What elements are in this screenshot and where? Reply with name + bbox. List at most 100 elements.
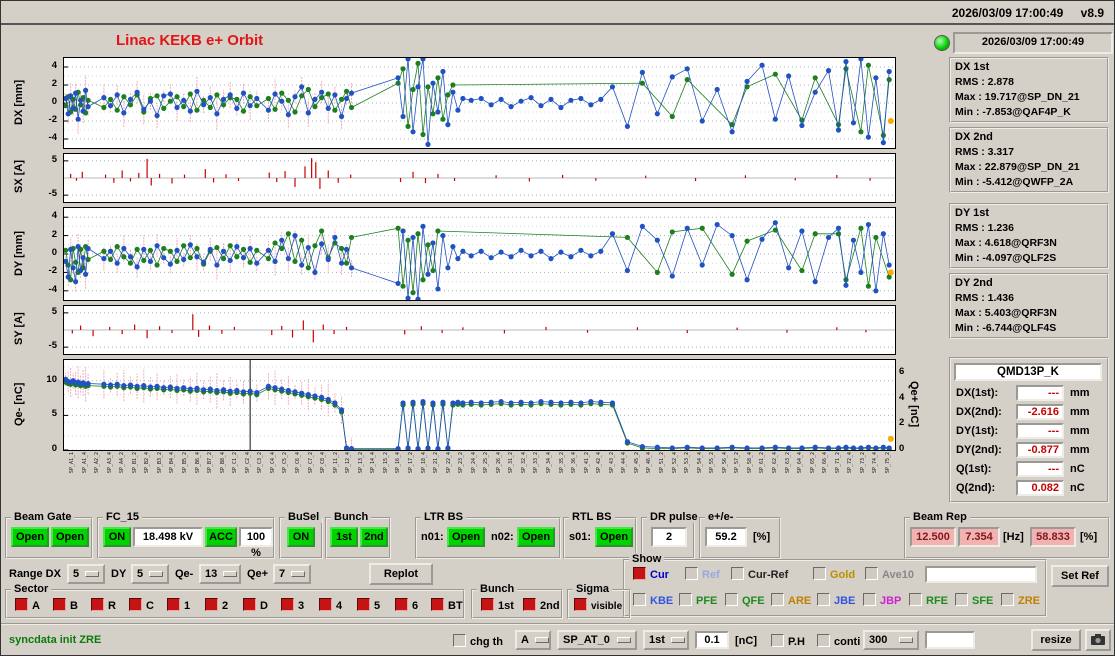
set-ref-button[interactable]: Set Ref: [1051, 565, 1109, 587]
sector-d-checkbox[interactable]: D: [243, 598, 268, 613]
sector-b-checkbox[interactable]: B: [53, 598, 78, 613]
sector-label: 5: [374, 600, 380, 612]
bunch-1st-checkbox[interactable]: 1st: [481, 598, 514, 613]
dx-axis-label: DX [mm]: [11, 57, 27, 147]
bpm-select-dropdown[interactable]: SP_AT_0: [557, 630, 637, 650]
checkbox-icon: [395, 598, 408, 611]
ltr-n02-open-button[interactable]: Open: [517, 527, 555, 547]
replot-button[interactable]: Replot: [369, 563, 433, 585]
show-ref-checkbox[interactable]: Ref: [685, 567, 720, 582]
sector-select-value: A: [521, 634, 529, 646]
range-dx-value: 5: [73, 568, 79, 580]
show-jbp-checkbox[interactable]: JBP: [863, 593, 901, 608]
ph-checkbox[interactable]: P.H: [771, 634, 805, 649]
bpm-label: SP_45_2: [634, 452, 640, 473]
rtl-s01-open-button[interactable]: Open: [595, 527, 633, 547]
show-pfe-checkbox[interactable]: PFE: [679, 593, 717, 608]
sector-label: 3: [298, 600, 304, 612]
show-kbe-checkbox[interactable]: KBE: [633, 593, 673, 608]
fc15-on-button[interactable]: ON: [103, 527, 131, 547]
ref-name-input[interactable]: [925, 566, 1037, 583]
tick-label: -4: [49, 284, 57, 295]
sector-2-checkbox[interactable]: 2: [205, 598, 228, 613]
tick-label: -2: [49, 114, 57, 125]
bpm-label: SP_C5_2: [282, 452, 288, 473]
checkbox-icon: [813, 567, 826, 580]
sector-6-checkbox[interactable]: 6: [395, 598, 418, 613]
sector-4-checkbox[interactable]: 4: [319, 598, 342, 613]
range-qe-minus-dropdown[interactable]: 13: [199, 564, 241, 584]
bpm-label: SP_72_4: [847, 452, 853, 473]
group-title: DR pulse: [647, 511, 701, 523]
range-dy-dropdown[interactable]: 5: [131, 564, 169, 584]
checkbox-icon: [91, 598, 104, 611]
sector-bt-checkbox[interactable]: BT: [431, 598, 463, 613]
bpm-label: SP_66_4: [822, 452, 828, 473]
bunch-2nd-checkbox[interactable]: 2nd: [523, 598, 560, 613]
sector-label: 4: [336, 600, 342, 612]
checkbox-icon: [725, 593, 738, 606]
sector-1-checkbox[interactable]: 1: [167, 598, 190, 613]
hz-unit-label: [Hz]: [1003, 530, 1024, 544]
group-title: e+/e-: [705, 511, 736, 523]
sector-r-checkbox[interactable]: R: [91, 598, 116, 613]
group-title: BuSel: [285, 511, 322, 523]
bpm-label: SP_B6_4: [195, 452, 201, 473]
screenshot-button[interactable]: [1085, 629, 1111, 651]
show-cur-ref-checkbox[interactable]: Cur-Ref: [731, 567, 788, 582]
spare-input[interactable]: [925, 631, 975, 649]
sigma-visible-label: visible: [591, 601, 622, 612]
qmd-unit: nC: [1070, 482, 1085, 494]
status-message: syncdata init ZRE: [9, 634, 101, 646]
eplus-eminus-readout: 59.2: [705, 527, 747, 547]
bunch-select-dropdown[interactable]: 1st: [643, 630, 689, 650]
bpm-label: SP_24_4: [471, 452, 477, 473]
bpm-label: SP_C6_4: [295, 452, 301, 473]
show-zre-checkbox[interactable]: ZRE: [1001, 593, 1040, 608]
sector-a-checkbox[interactable]: A: [15, 598, 40, 613]
range-qe-plus-dropdown[interactable]: 7: [273, 564, 311, 584]
bunch-1st-button[interactable]: 1st: [330, 527, 358, 547]
sigma-visible-checkbox[interactable]: visible: [574, 598, 622, 614]
option-menu-mark-icon: [535, 637, 549, 643]
option-menu-mark-icon: [291, 571, 305, 577]
chg-th-checkbox[interactable]: chg th: [453, 634, 503, 649]
bpm-label: SP_46_4: [646, 452, 652, 473]
show-jbe-checkbox[interactable]: JBE: [817, 593, 855, 608]
busel-on-button[interactable]: ON: [287, 527, 315, 547]
show-kbe-label: KBE: [650, 595, 673, 607]
show-gold-checkbox[interactable]: Gold: [813, 567, 855, 582]
percent-unit-label: [%]: [753, 530, 770, 544]
bunch-group: Bunch 1st 2nd: [325, 517, 391, 559]
sector-label: 6: [412, 600, 418, 612]
fc15-acc-button[interactable]: ACC: [205, 527, 237, 547]
sector-c-checkbox[interactable]: C: [129, 598, 154, 613]
bpm-label: SP_51_2: [659, 452, 665, 473]
range-dx-dropdown[interactable]: 5: [67, 564, 105, 584]
interval-dropdown[interactable]: 300: [863, 630, 919, 650]
beam-gate-open-2-button[interactable]: Open: [51, 527, 89, 547]
tick-label: 2: [52, 229, 57, 240]
ltr-n01-open-button[interactable]: Open: [447, 527, 485, 547]
show-are-checkbox[interactable]: ARE: [771, 593, 811, 608]
show-rfe-checkbox[interactable]: RFE: [909, 593, 948, 608]
show-ave10-checkbox[interactable]: Ave10: [865, 567, 914, 582]
show-sfe-checkbox[interactable]: SFE: [955, 593, 993, 608]
conti-checkbox[interactable]: conti: [817, 634, 860, 649]
checkbox-icon: [817, 634, 830, 647]
bpm-label: SP_C3_2: [257, 452, 263, 473]
bottom-bar: syncdata init ZRE chg th A SP_AT_0 1st 0…: [1, 623, 1114, 656]
beam-gate-open-1-button[interactable]: Open: [11, 527, 49, 547]
sector-5-checkbox[interactable]: 5: [357, 598, 380, 613]
show-cur-checkbox[interactable]: Cur: [633, 567, 669, 582]
sector-select-dropdown[interactable]: A: [515, 630, 551, 650]
dx-axis-ticks: 420-2-4: [35, 57, 59, 147]
dy-plot-row: DY [mm] 420-2-4: [1, 207, 1114, 299]
bpm-label: SP_15_2: [383, 452, 389, 473]
resize-button[interactable]: resize: [1031, 629, 1081, 651]
threshold-input[interactable]: 0.1: [695, 631, 729, 649]
show-qfe-checkbox[interactable]: QFE: [725, 593, 765, 608]
sector-3-checkbox[interactable]: 3: [281, 598, 304, 613]
bunch-2nd-button[interactable]: 2nd: [360, 527, 388, 547]
bpm-label: SP_52_4: [672, 452, 678, 473]
